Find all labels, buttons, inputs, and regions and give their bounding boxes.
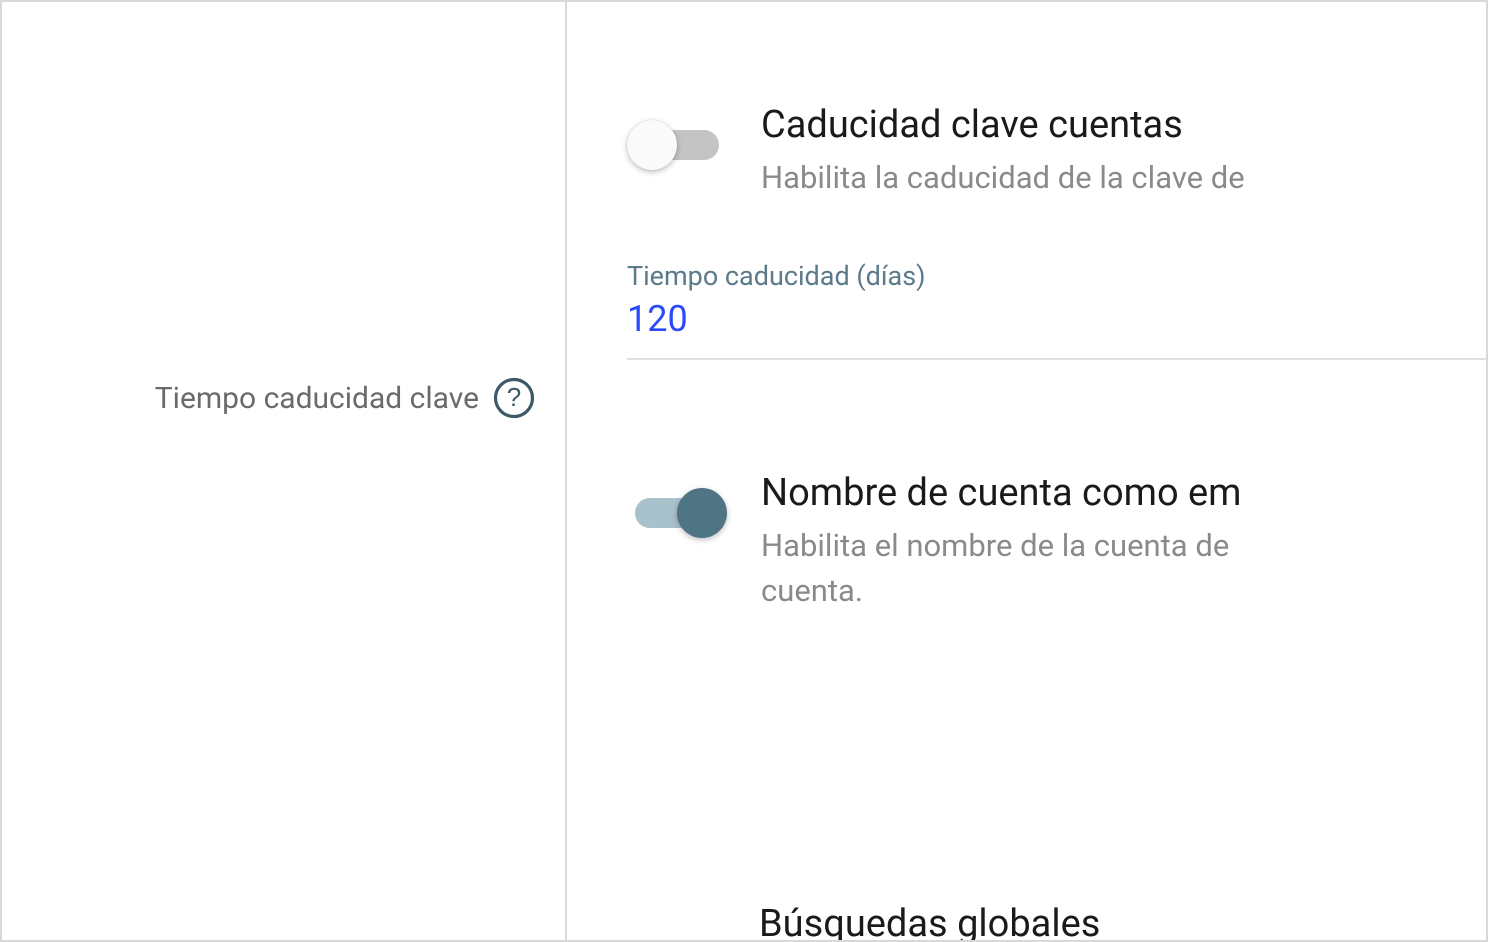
expiry-time-field: Tiempo caducidad (días) bbox=[627, 260, 1486, 360]
password-expiry-setting: Caducidad clave cuentas Habilita la cadu… bbox=[627, 102, 1486, 200]
password-expiry-description: Habilita la caducidad de la clave de bbox=[761, 156, 1486, 201]
global-searches-title: Búsquedas globales bbox=[759, 902, 1100, 940]
left-label-row: Tiempo caducidad clave ? bbox=[2, 377, 535, 419]
expiry-time-label: Tiempo caducidad (días) bbox=[627, 260, 1486, 292]
account-name-email-description: Habilita el nombre de la cuenta de cuent… bbox=[761, 524, 1486, 614]
account-name-email-title: Nombre de cuenta como em bbox=[761, 470, 1486, 518]
password-expiry-title: Caducidad clave cuentas bbox=[761, 102, 1486, 150]
password-expiry-toggle[interactable] bbox=[627, 120, 727, 170]
right-panel: Caducidad clave cuentas Habilita la cadu… bbox=[567, 2, 1486, 940]
svg-text:?: ? bbox=[507, 382, 521, 412]
account-name-email-toggle[interactable] bbox=[627, 488, 727, 538]
help-icon[interactable]: ? bbox=[493, 377, 535, 419]
account-name-email-setting: Nombre de cuenta como em Habilita el nom… bbox=[627, 470, 1486, 613]
expiry-time-input[interactable] bbox=[627, 298, 1486, 340]
left-panel: Tiempo caducidad clave ? bbox=[2, 2, 567, 940]
password-expiry-label: Tiempo caducidad clave bbox=[155, 381, 479, 416]
